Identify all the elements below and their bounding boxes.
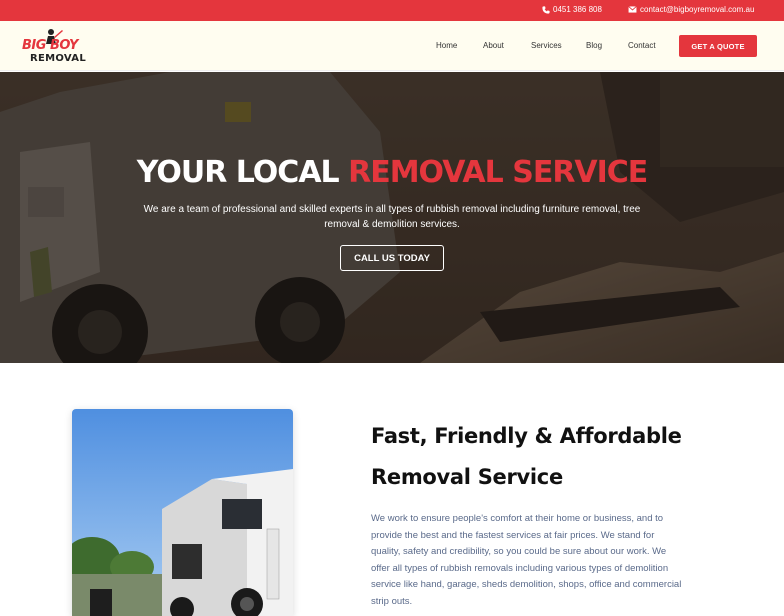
hero-section: YOUR LOCAL REMOVAL SERVICE We are a team… [0,72,784,363]
nav-home[interactable]: Home [436,41,457,50]
logo-text-line1: BIG BOY [22,38,78,53]
envelope-icon [628,6,637,13]
phone-link[interactable]: 0451 386 808 [542,5,602,14]
get-a-quote-button[interactable]: GET A QUOTE [679,35,757,57]
logo-text-line2: REMOVAL [30,53,86,64]
about-heading-line2: Removal Service [371,465,563,489]
top-contact-bar: 0451 386 808 contact@bigboyremoval.com.a… [0,0,784,21]
truck-image [72,409,293,616]
phone-icon [542,5,550,14]
site-logo[interactable]: BIG BOY REMOVAL [22,28,96,66]
call-us-today-button[interactable]: CALL US TODAY [340,245,444,271]
about-body-text: We work to ensure people's comfort at th… [371,513,682,607]
nav-services[interactable]: Services [531,41,562,50]
phone-number: 0451 386 808 [553,5,602,14]
nav-about[interactable]: About [483,41,504,50]
email-address: contact@bigboyremoval.com.au [640,5,755,14]
truck-photo [72,409,293,616]
about-heading-line1: Fast, Friendly & Affordable [371,424,682,448]
nav-blog[interactable]: Blog [586,41,602,50]
email-link[interactable]: contact@bigboyremoval.com.au [628,5,754,14]
hero-title-white: YOUR LOCAL [136,155,349,190]
hero-title-red: REMOVAL SERVICE [348,155,648,190]
hero-title: YOUR LOCAL REMOVAL SERVICE [0,155,784,190]
hero-subtitle: We are a team of professional and skille… [143,204,641,230]
site-header: BIG BOY REMOVAL Home About Services Blog… [0,21,784,71]
nav-contact[interactable]: Contact [628,41,656,50]
